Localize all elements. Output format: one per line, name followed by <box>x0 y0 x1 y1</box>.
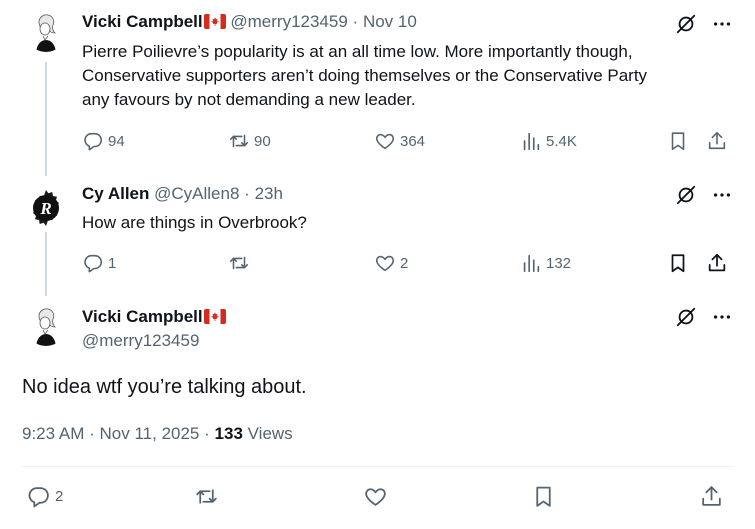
like-button[interactable]: 2 <box>374 252 408 274</box>
reply-button[interactable]: 1 <box>82 252 116 274</box>
views-count: 5.4K <box>546 132 577 150</box>
reply-icon <box>26 484 51 509</box>
timestamp[interactable]: Nov 10 <box>363 12 417 31</box>
tweet-top-icons <box>675 184 733 206</box>
main-tweet-text: No idea wtf you’re talking about. <box>22 376 307 398</box>
tweet-actions: 94 90 364 5.4K <box>82 130 732 154</box>
tweet-text: How are things in Overbrook? <box>82 213 307 232</box>
divider <box>22 466 733 467</box>
bookmark-button[interactable] <box>667 252 689 274</box>
repost-icon <box>194 484 219 509</box>
share-button[interactable] <box>706 130 728 152</box>
tweet-cy-allen[interactable]: Cy Allen @CyAllen8 · 23h How are things … <box>0 176 755 296</box>
separator-dot: · <box>244 184 250 203</box>
views-count: 133 <box>214 424 243 443</box>
display-name[interactable]: Vicki Campbell <box>82 12 203 31</box>
main-tweet-time[interactable]: 9:23 AM <box>22 424 84 443</box>
main-tweet-date[interactable]: Nov 11, 2025 <box>100 424 200 443</box>
bookmark-icon <box>667 252 689 274</box>
more-icon[interactable] <box>711 13 733 35</box>
views-button[interactable]: 5.4K <box>520 130 577 152</box>
tweet-text-line: Pierre Poilievre’s popularity is at an a… <box>82 42 633 61</box>
separator-dot: · <box>204 424 210 443</box>
tweet-vicki-nov10[interactable]: Vicki Campbell @merry123459 · Nov 10 Pie… <box>0 0 755 176</box>
bookmark-button[interactable] <box>531 484 556 509</box>
handle[interactable]: @merry123459 <box>82 330 199 352</box>
views-button[interactable]: 132 <box>520 252 571 274</box>
bookmark-button[interactable] <box>667 130 689 152</box>
separator-dot: · <box>352 12 359 31</box>
reply-count: 2 <box>55 488 64 505</box>
views-count: 132 <box>546 254 572 272</box>
tweet-actions: 1 2 132 <box>82 252 732 276</box>
reply-count: 94 <box>108 132 125 150</box>
handle[interactable]: @CyAllen8 <box>154 184 239 203</box>
repost-button[interactable] <box>194 484 219 509</box>
reply-icon <box>82 130 104 152</box>
more-icon[interactable] <box>711 184 733 206</box>
handle[interactable]: @merry123459 <box>230 12 347 31</box>
like-count: 2 <box>400 254 409 272</box>
main-tweet-meta: 9:23 AM · Nov 11, 2025 · 133 Views <box>22 424 293 444</box>
like-icon <box>374 130 396 152</box>
share-button[interactable] <box>706 252 728 274</box>
repost-icon <box>228 252 250 274</box>
bookmark-icon <box>667 130 689 152</box>
avatar[interactable] <box>26 188 66 228</box>
share-icon <box>699 484 724 509</box>
repost-count: 90 <box>254 132 271 150</box>
share-icon <box>706 252 728 274</box>
share-button[interactable] <box>699 484 724 509</box>
reply-icon <box>82 252 104 274</box>
reply-button[interactable]: 94 <box>82 130 125 152</box>
timestamp[interactable]: 23h <box>255 184 283 203</box>
grok-icon[interactable] <box>675 184 697 206</box>
more-icon[interactable] <box>711 306 733 328</box>
flag-canada-icon <box>204 308 226 323</box>
like-icon <box>363 484 388 509</box>
repost-button[interactable] <box>228 252 254 274</box>
views-icon <box>520 130 542 152</box>
avatar[interactable] <box>26 306 66 346</box>
repost-icon <box>228 130 250 152</box>
share-icon <box>706 130 728 152</box>
repost-button[interactable]: 90 <box>228 130 271 152</box>
like-button[interactable] <box>363 484 388 509</box>
grok-icon[interactable] <box>675 306 697 328</box>
flag-canada-icon <box>204 13 226 28</box>
separator-dot: · <box>89 424 95 443</box>
reply-button[interactable]: 2 <box>26 484 63 509</box>
display-name[interactable]: Vicki Campbell <box>82 307 203 326</box>
avatar[interactable] <box>26 12 66 52</box>
views-label: Views <box>247 424 293 443</box>
reply-count: 1 <box>108 254 117 272</box>
bookmark-icon <box>531 484 556 509</box>
tweet-top-icons <box>675 306 733 328</box>
like-icon <box>374 252 396 274</box>
main-author-name: Vicki Campbell <box>82 306 226 328</box>
main-tweet-actions: 2 <box>22 484 733 510</box>
display-name[interactable]: Cy Allen <box>82 184 149 203</box>
tweet-text-line: Conservative supporters aren’t doing the… <box>82 66 648 85</box>
tweet-header: Vicki Campbell @merry123459 · Nov 10 <box>82 11 417 33</box>
like-button[interactable]: 364 <box>374 130 425 152</box>
views-icon <box>520 252 542 274</box>
tweet-text-line: any favours by not demanding a new leade… <box>82 90 416 109</box>
grok-icon[interactable] <box>675 13 697 35</box>
tweet-top-icons <box>675 13 733 35</box>
tweet-header: Cy Allen @CyAllen8 · 23h <box>82 183 283 205</box>
tweet-text: Pierre Poilievre’s popularity is at an a… <box>82 40 732 112</box>
like-count: 364 <box>400 132 426 150</box>
